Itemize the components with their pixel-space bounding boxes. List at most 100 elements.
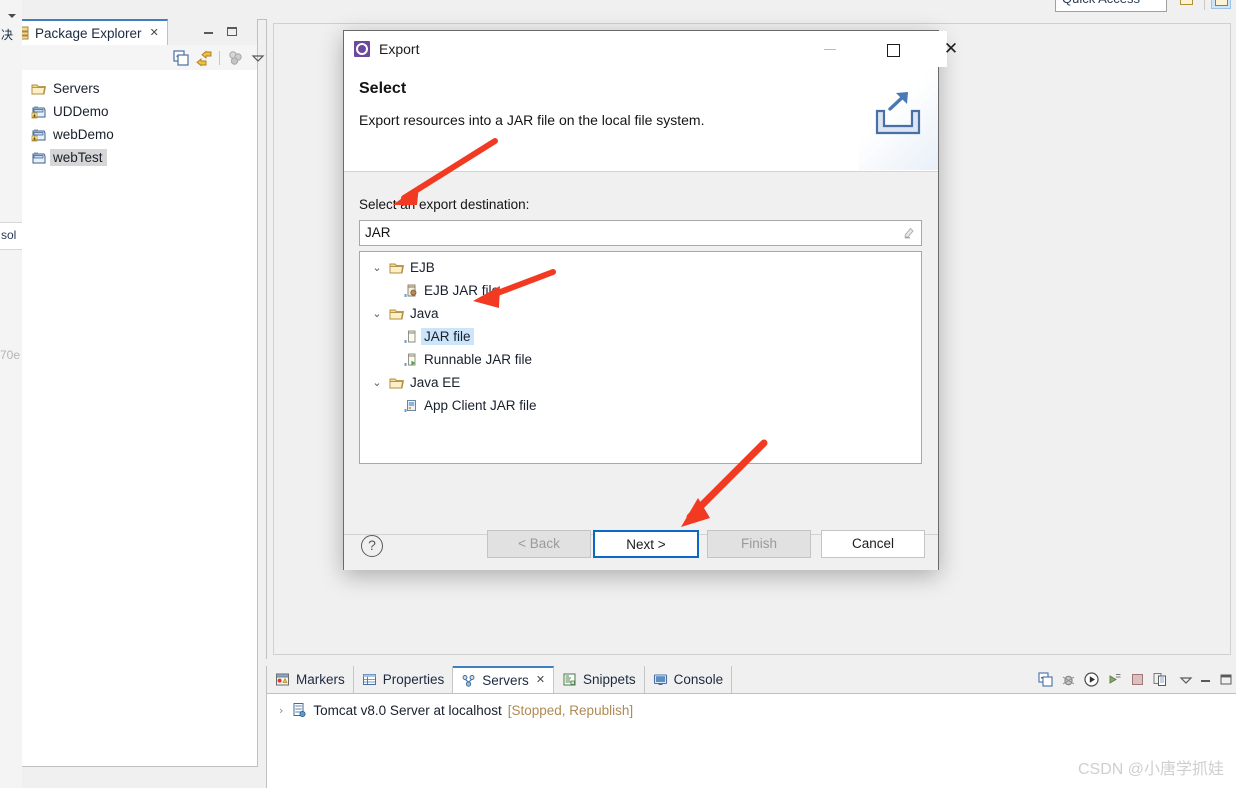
debug-server-icon[interactable]: [1060, 671, 1077, 688]
folder-icon: [389, 260, 405, 276]
view-menu-icon[interactable]: [1179, 671, 1193, 688]
dialog-heading: Select: [359, 80, 407, 97]
tab-snippets[interactable]: Snippets: [554, 666, 645, 693]
svg-text:M: M: [34, 104, 37, 109]
quick-access-input[interactable]: Quick Access: [1055, 0, 1167, 12]
svg-text:M: M: [34, 150, 37, 155]
profile-server-icon[interactable]: [1106, 671, 1123, 688]
open-perspective-icon: [1180, 0, 1193, 5]
dialog-title: Export: [379, 41, 420, 57]
expander-icon[interactable]: ›: [279, 704, 283, 717]
console-icon: [653, 672, 669, 688]
package-explorer-tree[interactable]: › Servers › M: [22, 70, 257, 766]
package-explorer-maximize-button[interactable]: [225, 25, 239, 39]
tree-item-ejb-jar-file[interactable]: EJB JAR file: [360, 279, 921, 302]
tomcat-server-icon: [291, 702, 307, 718]
server-list-row[interactable]: › Tomcat v8.0 Server at localhost [Stopp…: [267, 699, 633, 721]
tab-close-icon[interactable]: ✕: [536, 675, 545, 686]
tree-item-ejb[interactable]: ⌄ EJB: [360, 256, 921, 279]
tree-item-label: EJB: [410, 260, 435, 275]
tree-item-uddemo[interactable]: › M UDDemo: [22, 100, 257, 123]
servers-view-toolbar: [1037, 669, 1233, 690]
tree-item-servers[interactable]: › Servers: [22, 77, 257, 100]
filter-input[interactable]: JAR: [359, 220, 922, 246]
cancel-button[interactable]: Cancel: [821, 530, 925, 558]
watermark: CSDN @小唐学抓娃: [1077, 761, 1224, 778]
expander-icon[interactable]: ⌄: [370, 376, 384, 389]
maven-project-icon: M: [31, 104, 47, 120]
tab-markers[interactable]: Markers: [267, 666, 354, 693]
java-ee-perspective-button[interactable]: [1211, 0, 1231, 9]
expander-icon[interactable]: ⌄: [370, 307, 384, 320]
export-destination-tree[interactable]: ⌄ EJB EJB JAR file ⌄ Java JAR file Runna…: [359, 251, 922, 464]
tab-label: Markers: [296, 672, 345, 687]
open-perspective-button[interactable]: [1177, 0, 1197, 9]
tab-label: Console: [673, 672, 724, 687]
tab-servers[interactable]: Servers ✕: [453, 666, 555, 693]
maven-project-icon: M: [31, 150, 47, 166]
toolbar-divider: [219, 51, 220, 65]
tree-item-app-client-jar-file[interactable]: App Client JAR file: [360, 394, 921, 417]
dialog-close-button[interactable]: ✕: [930, 35, 972, 63]
minimize-icon[interactable]: [1199, 671, 1213, 688]
tree-item-jar-file[interactable]: JAR file: [360, 325, 921, 348]
tab-properties[interactable]: Properties: [353, 666, 454, 693]
tree-item-java-ee[interactable]: ⌄ Java EE: [360, 371, 921, 394]
link-with-editor-icon[interactable]: [195, 49, 213, 67]
filter-value: JAR: [365, 225, 391, 240]
dialog-body: Select an export destination: JAR ⌄ EJB …: [344, 172, 938, 534]
tab-label: Properties: [382, 672, 445, 687]
package-explorer-toolbar: [22, 45, 265, 71]
servers-icon: [461, 673, 477, 689]
next-button[interactable]: Next >: [593, 530, 699, 558]
expander-icon[interactable]: ⌄: [370, 261, 384, 274]
tree-item-label: Java: [410, 306, 439, 321]
help-button[interactable]: ?: [361, 535, 383, 557]
tree-item-label: Runnable JAR file: [424, 352, 533, 367]
package-explorer-tabbar: Package Explorer ✕: [22, 19, 257, 46]
stop-server-icon[interactable]: [1129, 671, 1146, 688]
background-window-sliver: 决 sol 70e: [0, 0, 23, 788]
start-server-icon[interactable]: [1083, 671, 1100, 688]
markers-icon: [275, 672, 291, 688]
back-button: < Back: [487, 530, 591, 558]
package-explorer-minimize-button[interactable]: [202, 25, 216, 39]
tree-item-label: Java EE: [410, 375, 461, 390]
publish-icon[interactable]: [1152, 671, 1169, 688]
tree-item-label: Servers: [53, 81, 100, 96]
tree-item-webdemo[interactable]: › M webDemo: [22, 123, 257, 146]
tab-console[interactable]: Console: [644, 666, 733, 693]
app-client-jar-icon: [403, 398, 419, 414]
view-menu-icon[interactable]: [227, 49, 245, 67]
folder-icon: [31, 81, 47, 97]
server-status: [Stopped, Republish]: [507, 702, 634, 718]
package-explorer-view: Package Explorer ✕ Servers M UDDemo M we…: [22, 19, 265, 767]
tab-close-icon[interactable]: ✕: [150, 27, 159, 39]
tab-package-explorer[interactable]: Package Explorer ✕: [22, 19, 168, 45]
dialog-titlebar: Export ✕: [344, 31, 958, 67]
export-banner: [858, 67, 938, 170]
maximize-icon[interactable]: [1219, 671, 1233, 688]
next-button-label: Next >: [626, 537, 666, 552]
server-name: Tomcat v8.0 Server at localhost: [313, 702, 502, 718]
tree-item-webtest[interactable]: › M webTest: [22, 146, 257, 169]
chevron-down-icon[interactable]: [249, 49, 267, 67]
tree-item-label: UDDemo: [53, 104, 109, 119]
tree-item-runnable-jar-file[interactable]: Runnable JAR file: [360, 348, 921, 371]
tree-item-java[interactable]: ⌄ Java: [360, 302, 921, 325]
tree-item-label: webTest: [50, 149, 107, 166]
close-icon: ✕: [943, 39, 959, 58]
tab-label: Servers: [482, 673, 529, 688]
dialog-maximize-button[interactable]: [872, 35, 914, 63]
workbench-toolbar: Quick Access: [22, 0, 1236, 33]
tab-label: Snippets: [583, 672, 636, 687]
java-ee-perspective-icon: [1215, 0, 1228, 6]
collapse-all-icon[interactable]: [1037, 671, 1054, 688]
collapse-all-icon[interactable]: [172, 49, 190, 67]
bottom-tabbar: Markers Properties Servers ✕ Snippets Co…: [267, 666, 1236, 694]
clear-icon[interactable]: [902, 226, 916, 240]
back-button-label: < Back: [518, 536, 560, 551]
finish-button-label: Finish: [740, 536, 777, 551]
folder-icon: [389, 375, 405, 391]
dialog-minimize-button: [810, 35, 852, 63]
